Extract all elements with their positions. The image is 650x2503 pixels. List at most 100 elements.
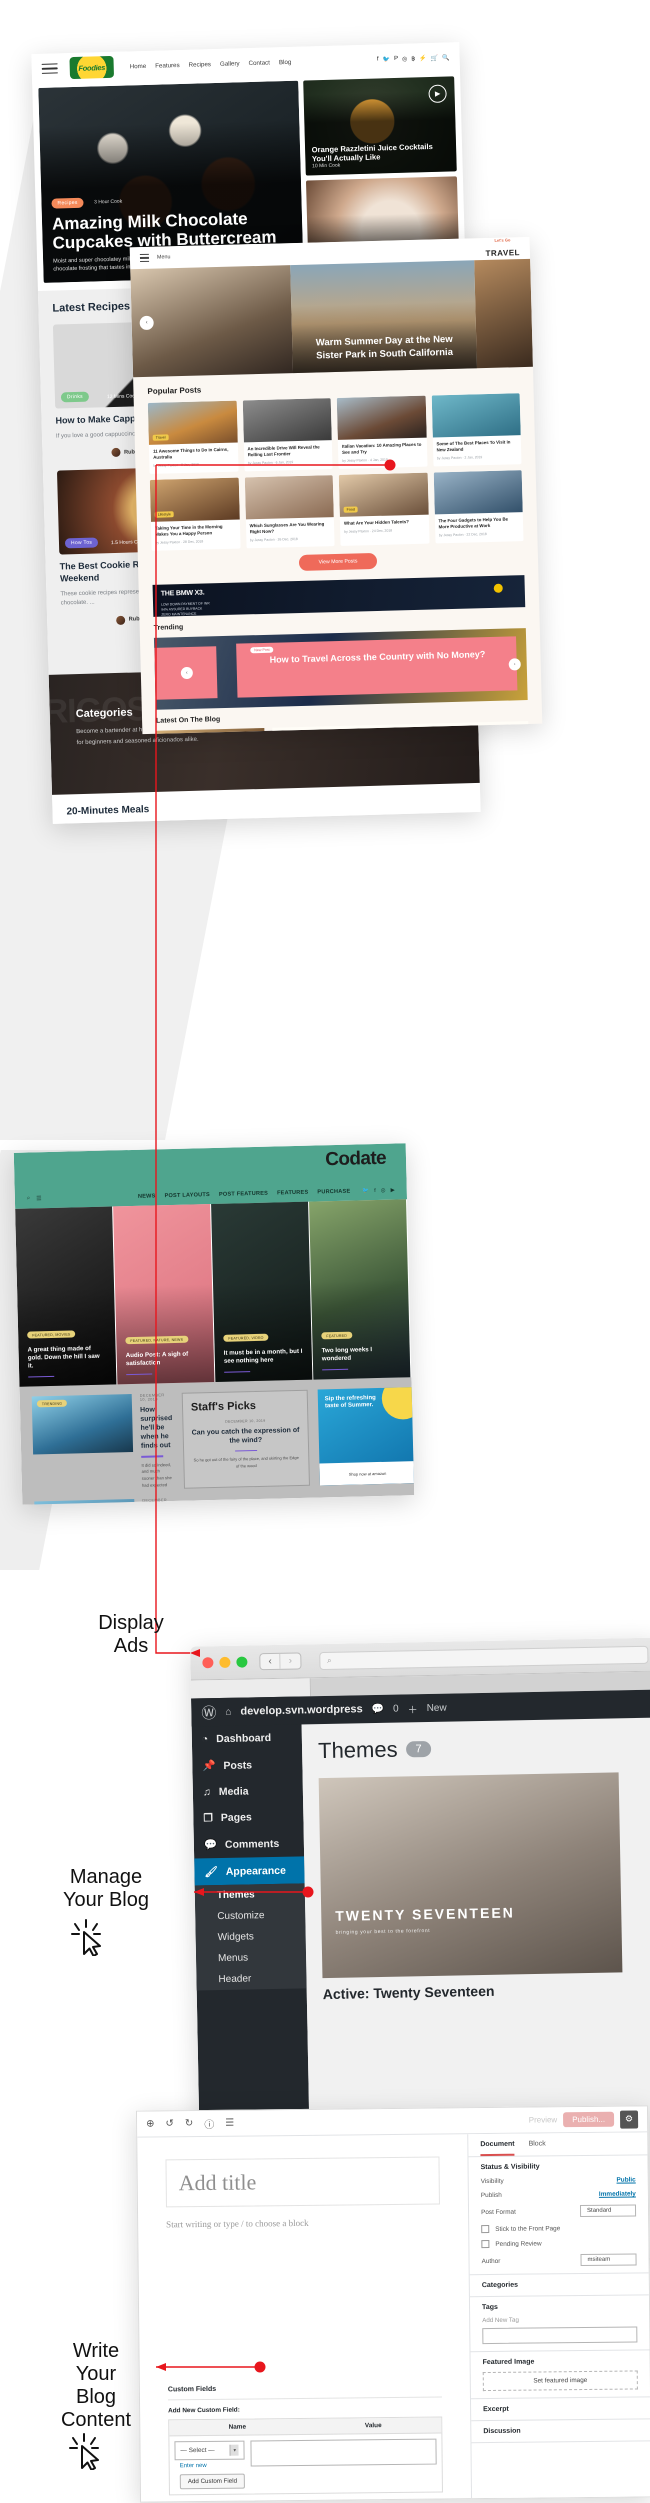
- hamburger-icon[interactable]: [41, 60, 58, 77]
- tag-input[interactable]: [482, 2326, 638, 2345]
- nav-home[interactable]: Home: [130, 62, 147, 69]
- sidebar-item-label: Appearance: [225, 1864, 286, 1878]
- sidebar-item-label: Posts: [223, 1758, 253, 1772]
- visibility-value[interactable]: Public: [616, 2176, 635, 2183]
- select-value: — Select —: [180, 2446, 215, 2455]
- gutenberg-editor-panel: ⊕ ↺ ↻ ⓘ ☰ Preview Publish... ⚙ Add title…: [135, 2105, 650, 2503]
- travel-logo-small: Let's Go: [494, 236, 511, 243]
- comment-icon[interactable]: 💬: [372, 1703, 385, 1714]
- publish-button[interactable]: Publish...: [563, 2111, 615, 2128]
- title-input[interactable]: Add title: [165, 2156, 440, 2208]
- wp-site-title[interactable]: develop.svn.wordpress: [240, 1703, 362, 1717]
- redo-icon[interactable]: ↻: [185, 2118, 194, 2129]
- sidebar-item-media[interactable]: ♫ Media: [193, 1777, 303, 1805]
- publish-label: Publish: [480, 2191, 502, 2200]
- travel-hero-slider: ‹ Warm Summer Day at the New Sister Park…: [130, 258, 533, 378]
- editor-sidebar: Document Block Status & Visibility Visib…: [467, 2132, 650, 2501]
- instagram-icon[interactable]: ◎: [402, 55, 407, 62]
- sidebar-item-posts[interactable]: 📌 Posts: [192, 1750, 302, 1779]
- plus-icon[interactable]: ＋: [408, 1701, 418, 1716]
- browser-tab[interactable]: [190, 1678, 312, 1699]
- sidebar-item-dashboard[interactable]: ◔ Dashboard: [192, 1724, 302, 1752]
- nav-features[interactable]: Features: [155, 61, 180, 69]
- col-header-value: Value: [364, 2422, 382, 2430]
- tags-section: Tags Add New Tag: [469, 2295, 650, 2353]
- home-icon[interactable]: ⌂: [225, 1706, 231, 1717]
- chevron-down-icon: ▾: [229, 2444, 239, 2456]
- status-heading: Status & Visibility: [480, 2163, 540, 2172]
- travel-logo-big: TRAVEL: [485, 247, 521, 258]
- theme-subtitle: bringing your best to the forefront: [335, 1928, 431, 1936]
- tab-block[interactable]: Block: [529, 2140, 546, 2155]
- featured-image-heading: Featured Image: [482, 2358, 535, 2367]
- custom-field-value-input[interactable]: [250, 2438, 437, 2467]
- media-icon: ♫: [202, 1786, 211, 1799]
- recipe-tag: Drinks: [60, 391, 90, 403]
- nav-recipes[interactable]: Recipes: [189, 61, 212, 69]
- submenu-item-header[interactable]: Header: [196, 1967, 306, 1990]
- foodies-logo[interactable]: Foodies: [69, 55, 115, 80]
- tab-document[interactable]: Document: [480, 2140, 515, 2157]
- theme-name: TWENTY SEVENTEEN: [335, 1904, 515, 1924]
- cart-icon[interactable]: 🛒: [431, 54, 439, 61]
- hero-side-card-1[interactable]: ▶ Orange Razzletini Juice Cocktails You'…: [302, 76, 457, 176]
- pages-icon: ❐: [203, 1812, 213, 1825]
- add-custom-field-button[interactable]: Add Custom Field: [179, 2473, 246, 2490]
- preview-button[interactable]: Preview: [529, 2115, 558, 2124]
- list-view-icon[interactable]: ☰: [225, 2118, 234, 2129]
- nav-blog[interactable]: Blog: [279, 58, 292, 65]
- sidebar-item-pages[interactable]: ❐ Pages: [193, 1803, 303, 1831]
- body-placeholder[interactable]: Start writing or type / to choose a bloc…: [166, 2217, 440, 2229]
- hero-slide-center[interactable]: Warm Summer Day at the New Sister Park i…: [290, 260, 477, 374]
- undo-icon[interactable]: ↺: [165, 2118, 174, 2129]
- sidebar-item-label: Media: [218, 1785, 249, 1799]
- comment-icon: 💬: [203, 1839, 218, 1852]
- menu-label[interactable]: Menu: [157, 254, 171, 260]
- search-icon[interactable]: 🔍: [442, 54, 450, 61]
- custom-field-select[interactable]: — Select — ▾: [174, 2440, 245, 2461]
- travel-logo[interactable]: Let's Go TRAVEL: [485, 237, 520, 261]
- gear-icon[interactable]: ⚙: [619, 2109, 639, 2129]
- excerpt-section[interactable]: Excerpt: [471, 2397, 650, 2422]
- checkbox-pending[interactable]: [481, 2239, 490, 2249]
- theme-preview-card[interactable]: TWENTY SEVENTEEN bringing your best to t…: [318, 1772, 623, 1979]
- behance-icon[interactable]: ฿: [411, 55, 415, 62]
- theme-count-badge: 7: [406, 1740, 431, 1758]
- add-block-icon[interactable]: ⊕: [146, 2118, 155, 2129]
- checkbox-sticky[interactable]: [481, 2224, 490, 2234]
- play-icon[interactable]: ▶: [428, 84, 447, 104]
- submenu-item-menus[interactable]: Menus: [196, 1946, 306, 1969]
- add-tag-label: Add New Tag: [482, 2316, 519, 2325]
- twitter-icon[interactable]: 🐦: [382, 56, 391, 63]
- set-featured-image-button[interactable]: Set featured image: [482, 2370, 638, 2392]
- post-format-select[interactable]: Standard: [579, 2204, 637, 2218]
- categories-section[interactable]: Categories: [469, 2273, 649, 2298]
- enter-new-link[interactable]: Enter new: [175, 2463, 245, 2470]
- author-label: Author: [481, 2257, 501, 2265]
- new-label[interactable]: New: [427, 1702, 447, 1713]
- info-icon[interactable]: ⓘ: [204, 2116, 214, 2131]
- submenu-item-widgets[interactable]: Widgets: [195, 1925, 305, 1948]
- nav-contact[interactable]: Contact: [248, 59, 270, 67]
- col-header-name: Name: [228, 2423, 247, 2431]
- annotation-manage-blog-text: Manage Your Blog: [63, 1866, 149, 1911]
- sidebar-item-comments[interactable]: 💬 Comments: [194, 1829, 304, 1858]
- nav-gallery[interactable]: Gallery: [220, 60, 240, 68]
- discussion-section[interactable]: Discussion: [471, 2419, 650, 2444]
- wordpress-logo-icon[interactable]: Ⓦ: [201, 1702, 216, 1723]
- active-theme-label: Active: Twenty Seventeen: [322, 1982, 495, 2003]
- annotation-arrow-display-ads: [155, 459, 396, 1657]
- publish-value[interactable]: Immediately: [599, 2190, 636, 2197]
- author-select[interactable]: msiteam: [580, 2253, 637, 2267]
- annotation-arrow-manage-blog: [194, 1886, 314, 1898]
- comment-count: 0: [392, 1703, 399, 1715]
- hamburger-icon[interactable]: [139, 252, 150, 264]
- sidebar-item-label: Dashboard: [216, 1732, 272, 1746]
- pinterest-icon[interactable]: P: [394, 56, 398, 62]
- bolt-icon[interactable]: ⚡: [419, 55, 427, 62]
- excerpt-heading: Excerpt: [483, 2405, 509, 2414]
- travel-hero-title: Warm Summer Day at the New Sister Park i…: [315, 334, 454, 362]
- post-format-label: Post Format: [481, 2208, 516, 2216]
- facebook-icon[interactable]: f: [377, 56, 379, 62]
- gauge-icon: ◔: [201, 1733, 209, 1746]
